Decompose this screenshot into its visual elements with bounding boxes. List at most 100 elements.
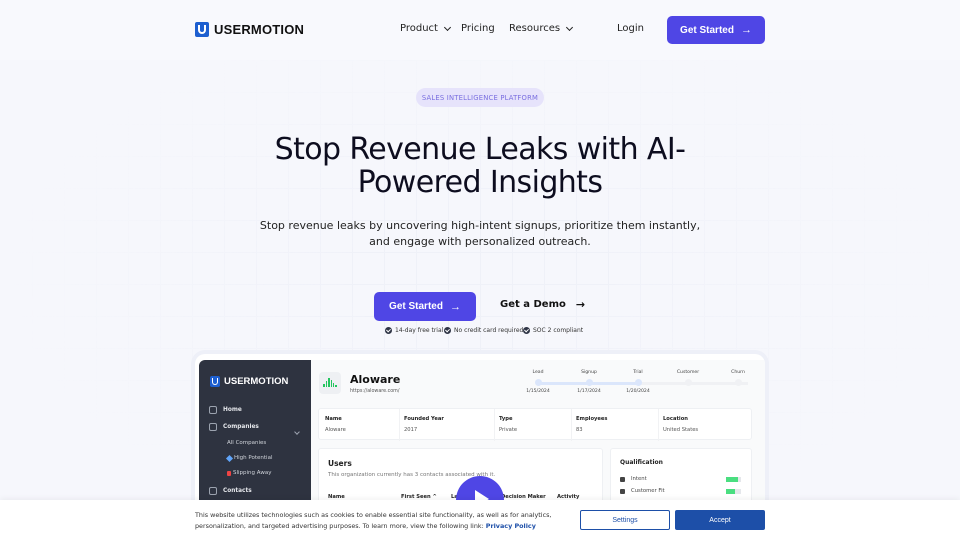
brand-name: USERMOTION: [214, 22, 305, 37]
trust-label: No credit card required: [454, 327, 524, 334]
building-icon: [620, 488, 625, 494]
sidebar-label: Companies: [223, 424, 259, 430]
arrow-right-icon: →: [575, 298, 586, 311]
home-icon: [209, 406, 217, 414]
info-founded: Founded Year 2017: [404, 416, 444, 433]
sidebar-label: All Companies: [227, 440, 267, 446]
sidebar-item-contacts[interactable]: Contacts: [209, 487, 252, 495]
intent-score-bar: [726, 477, 741, 482]
info-value: 83: [576, 427, 583, 433]
cookie-text: This website utilizes technologies such …: [195, 510, 575, 531]
info-header: Location: [663, 416, 688, 422]
trust-item: No credit card required: [444, 327, 523, 334]
check-badge-icon: [523, 327, 530, 334]
nav-pricing-label: Pricing: [461, 23, 495, 34]
nav-get-started-button[interactable]: Get Started →: [667, 16, 765, 44]
company-url[interactable]: https://aloware.com/: [350, 389, 399, 394]
qualification-title: Qualification: [620, 459, 663, 466]
hero-title: Stop Revenue Leaks with AI-Powered Insig…: [274, 132, 686, 200]
stage-date: 1/20/2024: [626, 389, 650, 394]
app-main: Aloware https://aloware.com/ Lead 1/15/2…: [311, 360, 765, 514]
info-type: Type Private: [499, 416, 517, 433]
divider: [658, 409, 659, 441]
chevron-down-icon[interactable]: [294, 429, 300, 435]
stage-dot: [734, 379, 742, 386]
qualification-label: Intent: [631, 476, 647, 482]
cookie-settings-button[interactable]: Settings: [580, 510, 670, 530]
demo-label: Get a Demo: [500, 299, 566, 310]
check-badge-icon: [444, 327, 451, 334]
stage-dot: [634, 379, 642, 386]
check-badge-icon: [385, 327, 392, 334]
trust-label: 14-day free trial: [395, 327, 444, 334]
hero-badge: SALES INTELLIGENCE PLATFORM: [416, 88, 544, 107]
divider: [571, 409, 572, 441]
company-info-table: Name Aloware Founded Year 2017 Type Priv…: [318, 408, 752, 441]
arrow-right-icon: →: [449, 300, 461, 313]
sidebar-item-high-potential[interactable]: High Potential: [225, 454, 272, 462]
stage-label: Signup: [581, 370, 597, 375]
users-icon: [209, 487, 217, 495]
trust-item: SOC 2 compliant: [523, 327, 583, 334]
hero-subtitle: Stop revenue leaks by uncovering high-in…: [259, 219, 701, 248]
app-logo: USERMOTION: [210, 376, 288, 387]
sidebar-item-all-companies[interactable]: All Companies: [227, 440, 266, 446]
trust-label: SOC 2 compliant: [533, 327, 584, 334]
sidebar-item-companies[interactable]: Companies: [209, 423, 259, 431]
nav-product[interactable]: Product: [400, 23, 452, 34]
cookie-banner: This website utilizes technologies such …: [0, 500, 960, 540]
privacy-policy-link[interactable]: Privacy Policy: [486, 522, 536, 530]
trust-item: 14-day free trial: [385, 327, 443, 334]
sidebar-label: Home: [223, 407, 242, 413]
nav-resources-label: Resources: [509, 23, 561, 34]
sidebar-item-home[interactable]: Home: [209, 406, 242, 414]
info-value: Private: [499, 427, 518, 433]
info-header: Type: [499, 416, 513, 422]
stage-lead: Lead 1/15/2024: [518, 370, 558, 394]
sidebar-label: Slipping Away: [233, 470, 272, 476]
stage-dot: [534, 379, 542, 386]
flag-icon: [227, 470, 231, 476]
lifecycle-stages: Lead 1/15/2024 Signup 1/17/2024 Trial 1/…: [525, 370, 755, 404]
app-sidebar: USERMOTION Home Companies All Companies …: [199, 360, 311, 514]
top-nav: USERMOTION Product Pricing Resources Log…: [0, 0, 960, 60]
sidebar-item-slipping-away[interactable]: Slipping Away: [227, 470, 271, 476]
info-name: Name Aloware: [325, 416, 346, 433]
hero-cta-label: Get Started: [389, 301, 443, 312]
nav-product-label: Product: [400, 23, 438, 34]
gem-icon: [225, 454, 234, 462]
stage-dot: [585, 379, 593, 386]
info-value: United States: [663, 427, 699, 433]
intent-icon: [620, 476, 625, 482]
nav-resources[interactable]: Resources: [509, 23, 574, 34]
stage-signup: Signup 1/17/2024: [569, 370, 609, 394]
chevron-down-icon: [566, 23, 574, 31]
info-header: Employees: [576, 416, 608, 422]
users-title: Users: [328, 459, 352, 468]
stage-dot: [684, 379, 692, 386]
qualification-row-intent: Intent: [620, 476, 647, 482]
login-link[interactable]: Login: [617, 23, 644, 34]
brand-logo[interactable]: USERMOTION: [195, 22, 304, 37]
info-value: Aloware: [325, 427, 346, 433]
info-value: 2017: [404, 427, 418, 433]
stage-label: Lead: [532, 370, 544, 375]
chevron-down-icon: [443, 23, 452, 31]
customer-fit-score-bar: [726, 489, 741, 494]
stage-label: Customer: [676, 370, 700, 375]
nav-pricing[interactable]: Pricing: [461, 23, 495, 34]
building-icon: [209, 423, 217, 431]
hero-get-started-button[interactable]: Get Started →: [374, 292, 476, 321]
stage-churn: Churn: [718, 370, 758, 389]
get-demo-button[interactable]: Get a Demo →: [500, 298, 585, 311]
stage-date: 1/15/2024: [526, 389, 550, 394]
stage-customer: Customer: [668, 370, 708, 389]
nav-cta-label: Get Started: [680, 24, 734, 36]
cookie-accept-button[interactable]: Accept: [675, 510, 765, 530]
info-employees: Employees 83: [576, 416, 608, 433]
arrow-right-icon: →: [740, 24, 752, 36]
stage-trial: Trial 1/20/2024: [618, 370, 658, 394]
stage-label: Trial: [633, 370, 643, 375]
logo-icon: [195, 22, 209, 37]
company-logo: [319, 372, 341, 394]
